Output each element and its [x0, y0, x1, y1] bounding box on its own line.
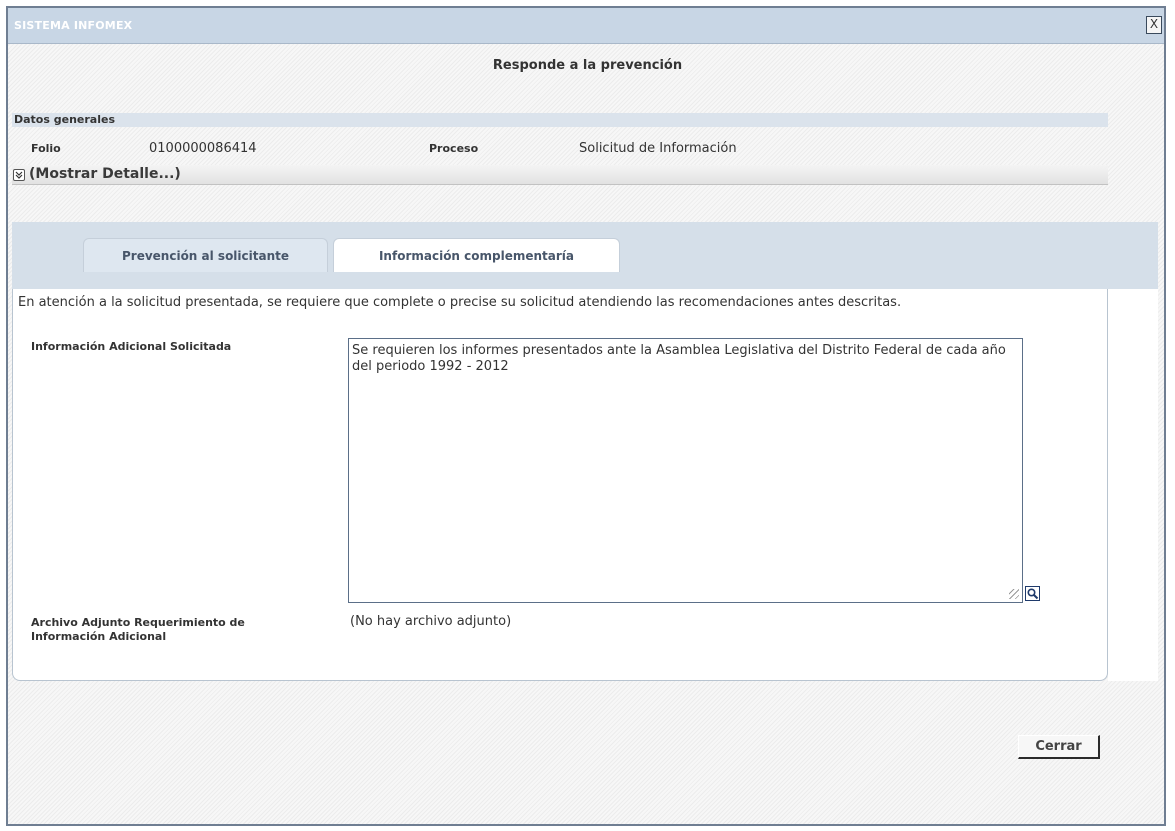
- magnifier-icon[interactable]: [1025, 586, 1040, 601]
- tab-panel-extension: [1108, 289, 1158, 681]
- cerrar-button[interactable]: Cerrar: [1018, 735, 1100, 759]
- page-title: Responde a la prevención: [492, 58, 683, 73]
- tab-prevencion-al-solicitante[interactable]: Prevención al solicitante: [83, 238, 328, 272]
- proceso-value: Solicitud de Información: [579, 141, 737, 156]
- tab-informacion-complementaria[interactable]: Información complementaría: [333, 238, 620, 272]
- resize-grip-icon[interactable]: [1009, 589, 1019, 599]
- additional-info-textarea[interactable]: Se requieren los informes presentados an…: [348, 338, 1023, 603]
- proceso-label: Proceso: [429, 142, 479, 155]
- attachment-label: Archivo Adjunto Requerimiento de Informa…: [31, 616, 245, 643]
- close-window-button[interactable]: X: [1146, 16, 1162, 34]
- section-header-datos-generales: Datos generales: [12, 113, 1108, 127]
- chevron-double-down-icon[interactable]: [13, 169, 25, 181]
- title-bar: SISTEMA INFOMEX X: [8, 8, 1164, 44]
- intro-text: En atención a la solicitud presentada, s…: [18, 295, 902, 310]
- show-detail-bar[interactable]: (Mostrar Detalle...): [12, 165, 1108, 185]
- attachment-value: (No hay archivo adjunto): [350, 614, 512, 629]
- additional-info-label: Información Adicional Solicitada: [31, 340, 232, 353]
- show-detail-link[interactable]: (Mostrar Detalle...): [29, 166, 181, 182]
- window-title: SISTEMA INFOMEX: [14, 19, 133, 32]
- folio-label: Folio: [31, 142, 61, 155]
- folio-value: 0100000086414: [149, 141, 257, 156]
